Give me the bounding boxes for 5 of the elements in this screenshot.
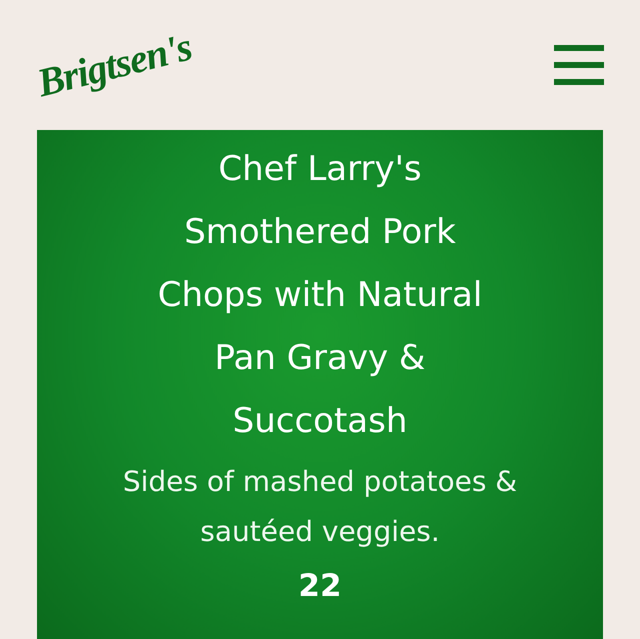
dish-description: Sides of mashed potatoes & sautéed veggies. [122, 464, 518, 550]
dish-title: Chef Larry's Smothered Pork Chops with Natural Pan Gravy & Succotash [156, 148, 484, 443]
menu-icon[interactable] [554, 45, 604, 85]
brand-logo[interactable]: Brigtsen's [34, 26, 196, 104]
dish-price: 22 [297, 567, 343, 606]
